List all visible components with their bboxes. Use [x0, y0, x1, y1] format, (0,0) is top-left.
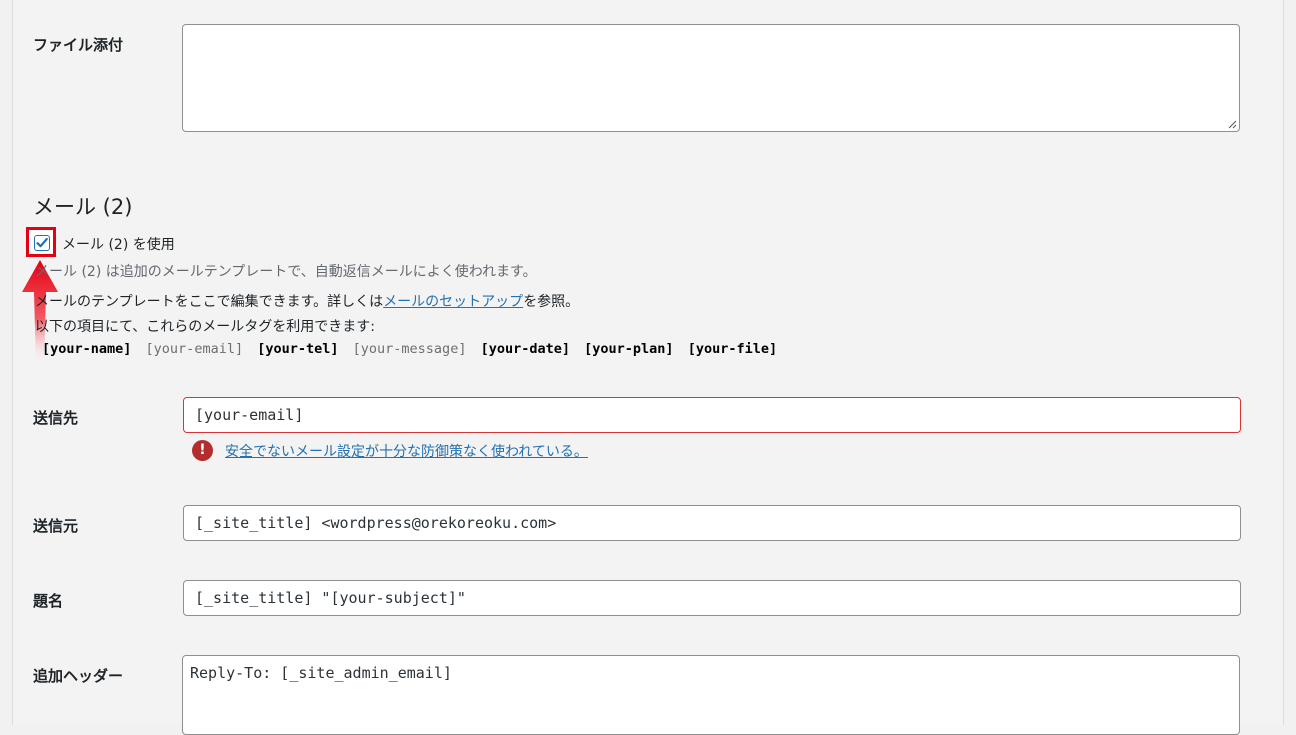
use-mail2-label[interactable]: メール (2) を使用	[62, 234, 175, 254]
mail-tags-list: [your-name] [your-email] [your-tel] [you…	[42, 341, 783, 357]
subject-label: 題名	[33, 592, 64, 610]
mail-tag: [your-file]	[687, 341, 778, 357]
mail-tag: [your-message]	[352, 341, 467, 357]
mail-help-text: メールのテンプレートをここで編集できます。詳しくはメールのセットアップを参照。	[35, 291, 579, 311]
mail-tag: [your-name]	[42, 341, 132, 357]
resize-handle-icon[interactable]	[1228, 120, 1237, 129]
mail-help-suffix: を参照。	[523, 294, 580, 310]
file-attachments-label: ファイル添付	[33, 36, 124, 54]
to-label: 送信先	[33, 409, 79, 427]
from-input[interactable]: [_site_title] <wordpress@orekoreoku.com>	[183, 505, 1241, 541]
use-mail2-checkbox[interactable]	[34, 235, 50, 251]
checkbox-highlight-box	[26, 227, 56, 257]
additional-headers-label: 追加ヘッダー	[33, 667, 124, 685]
from-label: 送信元	[33, 517, 79, 535]
mail-tag: [your-tel]	[257, 341, 339, 357]
mail2-heading: メール (2)	[33, 195, 133, 219]
mail-setup-link[interactable]: メールのセットアップ	[383, 294, 523, 310]
file-attachments-textarea[interactable]	[182, 24, 1240, 132]
mail-tags-intro: 以下の項目にて、これらのメールタグを利用できます:	[35, 319, 376, 335]
mail-tag: [your-date]	[480, 341, 570, 357]
checkmark-icon	[36, 237, 48, 248]
mail-help-prefix: メールのテンプレートをここで編集できます。詳しくは	[35, 294, 384, 310]
insecure-mail-warning-link[interactable]: 安全でないメール設定が十分な防御策なく使われている。	[225, 441, 588, 461]
mail2-description: メール (2) は追加のメールテンプレートで、自動返信メールによく使われます。	[35, 264, 537, 280]
additional-headers-textarea[interactable]: Reply-To: [_site_admin_email]	[182, 655, 1240, 735]
mail-tag: [your-plan]	[584, 341, 674, 357]
error-icon: !	[192, 440, 213, 461]
mail-tag: [your-email]	[145, 341, 244, 357]
to-input[interactable]: [your-email]	[183, 397, 1241, 433]
subject-input[interactable]: [_site_title] "[your-subject]"	[183, 580, 1241, 616]
